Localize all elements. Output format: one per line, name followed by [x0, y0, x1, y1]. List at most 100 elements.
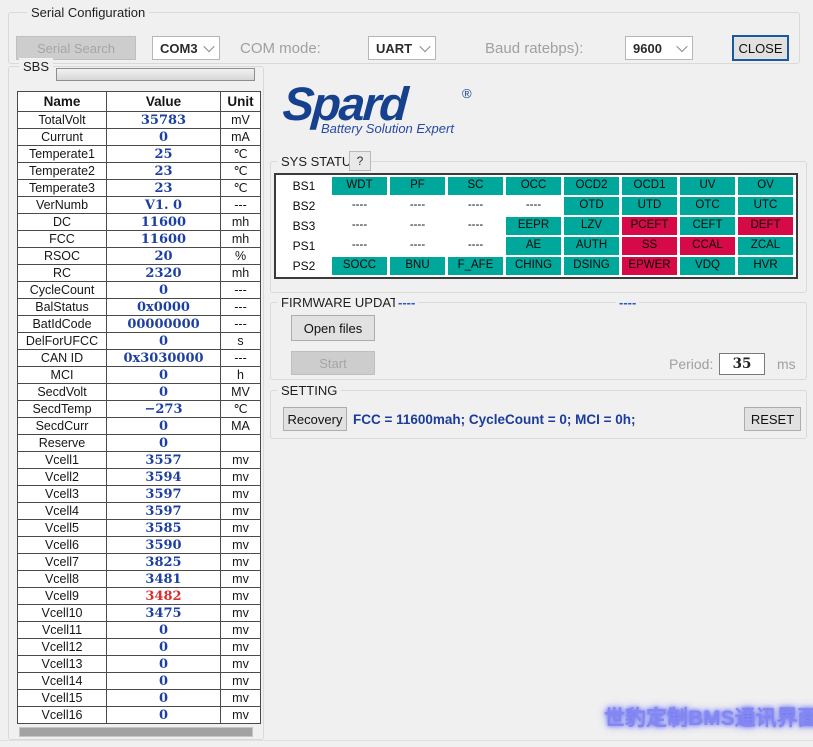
- param-value: 0: [107, 367, 221, 384]
- setting-title: SETTING: [277, 382, 341, 399]
- table-row: Vcell5 3585 mv: [18, 520, 261, 537]
- status-flag: EPWER: [622, 257, 677, 275]
- status-flag: UTC: [738, 197, 793, 215]
- param-value: 00000000: [107, 316, 221, 333]
- table-row: Temperate1 25 ℃: [18, 146, 261, 163]
- serial-search-button[interactable]: Serial Search: [16, 36, 136, 60]
- param-value: 0: [107, 622, 221, 639]
- start-button[interactable]: Start: [291, 351, 375, 375]
- baud-rate-select[interactable]: 9600: [625, 36, 693, 60]
- status-flag: AE: [506, 237, 561, 255]
- baud-rate-label: Baud ratebps):: [485, 40, 583, 57]
- firmware-dashes-mid: ----: [616, 294, 639, 311]
- param-name: Vcell10: [18, 605, 107, 622]
- param-name: CAN ID: [18, 350, 107, 367]
- table-row: Vcell4 3597 mv: [18, 503, 261, 520]
- param-name: MCI: [18, 367, 107, 384]
- table-row: Vcell1 3557 mv: [18, 452, 261, 469]
- column-header-value: Value: [107, 92, 221, 112]
- sbs-progress-bar: [56, 68, 255, 81]
- param-unit: mh: [221, 231, 261, 248]
- chevron-down-icon: [199, 37, 219, 59]
- column-header-unit: Unit: [221, 92, 261, 112]
- param-unit: ℃: [221, 180, 261, 197]
- param-unit: ℃: [221, 163, 261, 180]
- status-flag: AUTH: [564, 237, 619, 255]
- status-flag: SC: [448, 177, 503, 195]
- status-flag: CEFT: [680, 217, 735, 235]
- help-button[interactable]: ?: [349, 151, 371, 171]
- table-row: Vcell6 3590 mv: [18, 537, 261, 554]
- param-name: TotalVolt: [18, 112, 107, 129]
- param-name: RSOC: [18, 248, 107, 265]
- param-unit: MA: [221, 418, 261, 435]
- param-value: 0: [107, 639, 221, 656]
- param-unit: ---: [221, 282, 261, 299]
- param-unit: mh: [221, 265, 261, 282]
- param-value: 2320: [107, 265, 221, 282]
- table-row: SecdTemp −273 ℃: [18, 401, 261, 418]
- sbs-bottom-bar: [19, 727, 253, 737]
- table-row: CycleCount 0 ---: [18, 282, 261, 299]
- param-unit: mv: [221, 537, 261, 554]
- status-flag: DEFT: [738, 217, 793, 235]
- status-flag: OCD1: [622, 177, 677, 195]
- sys-status-group: SYS STATUS ? BS1 WDT PF SC OCC OCD2 OCD1…: [270, 161, 807, 293]
- status-flag: CHING: [506, 257, 561, 275]
- status-row: PS1 ---- ---- ---- AE AUTH SS CCAL ZCAL: [279, 237, 793, 255]
- table-row: Vcell8 3481 mv: [18, 571, 261, 588]
- table-row: RSOC 20 %: [18, 248, 261, 265]
- open-files-button[interactable]: Open files: [291, 315, 375, 341]
- status-flag: SS: [622, 237, 677, 255]
- param-unit: mv: [221, 520, 261, 537]
- param-value: 0: [107, 418, 221, 435]
- param-value: 3594: [107, 469, 221, 486]
- param-name: BalStatus: [18, 299, 107, 316]
- com-port-select[interactable]: COM3: [152, 36, 220, 60]
- sbs-group: SBS Name Value Unit TotalVolt 35783 mV: [8, 66, 264, 740]
- param-unit: h: [221, 367, 261, 384]
- param-name: SecdCurr: [18, 418, 107, 435]
- close-button[interactable]: CLOSE: [732, 35, 789, 61]
- status-flag: ----: [448, 237, 503, 255]
- period-input[interactable]: [719, 353, 765, 375]
- status-flag: ----: [390, 237, 445, 255]
- status-flag: CCAL: [680, 237, 735, 255]
- status-row: BS1 WDT PF SC OCC OCD2 OCD1 UV OV: [279, 177, 793, 195]
- sbs-group-title: SBS: [19, 58, 53, 75]
- param-name: Vcell3: [18, 486, 107, 503]
- period-unit-label: ms: [777, 356, 796, 372]
- param-name: Vcell9: [18, 588, 107, 605]
- param-value: 0: [107, 129, 221, 146]
- param-unit: ---: [221, 299, 261, 316]
- param-unit: mA: [221, 129, 261, 146]
- status-row-label: BS1: [279, 177, 329, 195]
- param-name: Temperate2: [18, 163, 107, 180]
- table-row: CAN ID 0x3030000 ---: [18, 350, 261, 367]
- status-flag: ----: [448, 217, 503, 235]
- sbs-table: Name Value Unit TotalVolt 35783 mV Curru…: [17, 91, 261, 724]
- com-mode-label: COM mode:: [240, 40, 321, 57]
- param-name: Temperate1: [18, 146, 107, 163]
- recovery-button[interactable]: Recovery: [283, 407, 347, 431]
- table-row: Vcell16 0 mv: [18, 707, 261, 724]
- param-name: Vcell6: [18, 537, 107, 554]
- param-unit: ℃: [221, 146, 261, 163]
- param-value: 3475: [107, 605, 221, 622]
- status-row-label: PS1: [279, 237, 329, 255]
- param-value: −273: [107, 401, 221, 418]
- com-mode-select[interactable]: UART: [368, 36, 436, 60]
- param-unit: mv: [221, 707, 261, 724]
- table-row: MCI 0 h: [18, 367, 261, 384]
- table-row: Vcell14 0 mv: [18, 673, 261, 690]
- param-value: 35783: [107, 112, 221, 129]
- param-value: 23: [107, 180, 221, 197]
- status-flag: PCEFT: [622, 217, 677, 235]
- table-row: SecdCurr 0 MA: [18, 418, 261, 435]
- status-flag: OCC: [506, 177, 561, 195]
- sbs-header-row: Name Value Unit: [18, 92, 261, 112]
- param-name: VerNumb: [18, 197, 107, 214]
- reset-button[interactable]: RESET: [744, 407, 801, 431]
- param-name: DelForUFCC: [18, 333, 107, 350]
- param-value: 0x3030000: [107, 350, 221, 367]
